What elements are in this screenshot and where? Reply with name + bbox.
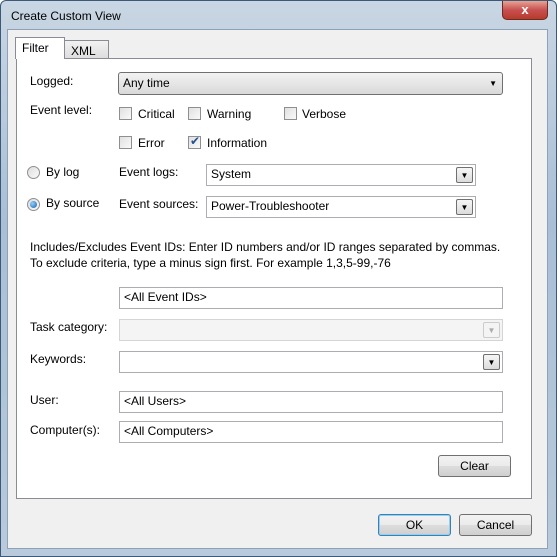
- tab-xml[interactable]: XML: [64, 40, 109, 59]
- event-sources-field[interactable]: Power-Troubleshooter ▼: [206, 196, 476, 218]
- event-level-label: Event level:: [30, 103, 93, 117]
- radio-selected-dot: [30, 201, 37, 208]
- by-source-label: By source: [46, 196, 100, 210]
- event-sources-value: Power-Troubleshooter: [211, 199, 330, 213]
- task-category-label: Task category:: [30, 320, 108, 334]
- event-ids-help: Includes/Excludes Event IDs: Enter ID nu…: [30, 240, 501, 270]
- computer-label: Computer(s):: [30, 423, 101, 437]
- verbose-checkbox[interactable]: [284, 107, 297, 120]
- chevron-down-icon: ▼: [483, 322, 500, 338]
- event-sources-label: Event sources:: [119, 197, 199, 211]
- keywords-dropdown-button[interactable]: ▼: [483, 354, 500, 370]
- by-log-label: By log: [46, 165, 80, 179]
- logged-dropdown[interactable]: Any time ▼: [118, 72, 503, 95]
- clear-button[interactable]: Clear: [438, 455, 511, 477]
- by-log-radio[interactable]: [27, 166, 40, 179]
- event-ids-input[interactable]: <All Event IDs>: [119, 287, 503, 309]
- computer-input[interactable]: <All Computers>: [119, 421, 503, 443]
- user-input[interactable]: <All Users>: [119, 391, 503, 413]
- logged-value: Any time: [123, 76, 170, 90]
- keywords-label: Keywords:: [30, 352, 87, 366]
- event-logs-dropdown-button[interactable]: ▼: [456, 167, 473, 183]
- by-source-radio[interactable]: [27, 198, 40, 211]
- event-logs-label: Event logs:: [119, 165, 179, 179]
- cancel-button[interactable]: Cancel: [459, 514, 532, 536]
- information-label: Information: [207, 136, 268, 150]
- warning-checkbox[interactable]: [188, 107, 201, 120]
- error-label: Error: [138, 136, 165, 150]
- event-logs-field[interactable]: System ▼: [206, 164, 476, 186]
- keywords-dropdown[interactable]: ▼: [119, 351, 503, 373]
- event-logs-value: System: [211, 167, 252, 181]
- user-label: User:: [30, 393, 59, 407]
- error-checkbox[interactable]: [119, 136, 132, 149]
- event-sources-dropdown-button[interactable]: ▼: [456, 199, 473, 215]
- chevron-down-icon: ▼: [489, 79, 497, 88]
- window-title: Create Custom View: [11, 9, 121, 23]
- logged-label: Logged:: [30, 74, 74, 88]
- verbose-label: Verbose: [302, 107, 347, 121]
- close-button[interactable]: x: [502, 1, 548, 20]
- tab-filter[interactable]: Filter: [15, 37, 65, 59]
- checkmark-icon: ✔: [190, 134, 201, 148]
- critical-label: Critical: [138, 107, 175, 121]
- critical-checkbox[interactable]: [119, 107, 132, 120]
- information-checkbox[interactable]: ✔: [188, 134, 201, 149]
- ok-button[interactable]: OK: [378, 514, 451, 536]
- warning-label: Warning: [207, 107, 252, 121]
- task-category-dropdown: ▼: [119, 319, 503, 341]
